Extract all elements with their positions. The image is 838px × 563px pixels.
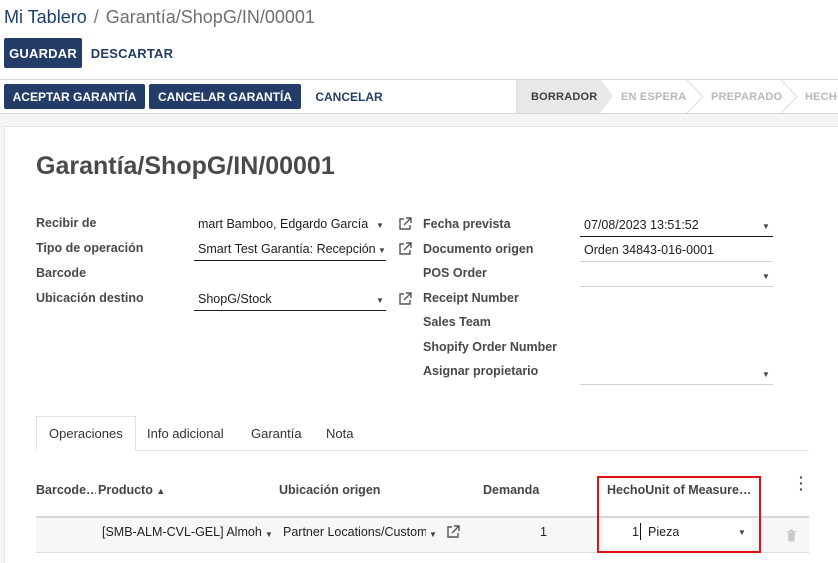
stage-ready[interactable]: PREPARADO (691, 80, 785, 113)
tab-warranty[interactable]: Garantía (239, 416, 314, 451)
stage-waiting[interactable]: EN ESPERA (601, 80, 691, 113)
highlight-box (597, 476, 761, 553)
label-sales-team: Sales Team (423, 315, 491, 329)
stage-done[interactable]: HECHO (785, 80, 838, 113)
stage-arrow (601, 80, 613, 112)
status-bar: BORRADOR EN ESPERA PREPARADO HECHO (516, 80, 838, 113)
receive-from-field[interactable]: mart Bamboo, Edgardo García (194, 212, 374, 236)
breadcrumb: Mi Tablero / Garantía/ShopG/IN/00001 (4, 6, 315, 28)
cancel-warranty-button[interactable]: CANCELAR GARANTÍA (149, 84, 301, 109)
external-link-icon[interactable] (398, 242, 412, 256)
label-operation-type: Tipo de operación (36, 241, 144, 255)
assign-owner-field[interactable] (580, 361, 773, 385)
column-origin[interactable]: Ubicación origen (279, 483, 380, 497)
trash-icon[interactable] (786, 529, 797, 542)
label-pos-order: POS Order (423, 266, 487, 280)
chevron-down-icon[interactable]: ▼ (265, 530, 273, 539)
external-link-icon[interactable] (446, 525, 460, 539)
chevron-down-icon[interactable]: ▼ (376, 246, 386, 255)
stage-label: HECHO (805, 90, 838, 103)
pos-order-field[interactable] (580, 263, 773, 287)
label-destination: Ubicación destino (36, 291, 144, 305)
destination-field[interactable]: ShopG/Stock (194, 287, 386, 311)
stage-label: EN ESPERA (621, 90, 687, 103)
optional-columns-icon[interactable]: · · · (799, 470, 804, 496)
column-barcode[interactable]: Barcode… (36, 483, 96, 497)
label-assign-owner: Asignar propietario (423, 364, 539, 378)
operation-type-field[interactable]: Smart Test Garantía: Recepción (194, 237, 386, 261)
stage-draft[interactable]: BORRADOR (517, 80, 613, 113)
breadcrumb-current: Garantía/ShopG/IN/00001 (105, 7, 315, 27)
label-shopify-order: Shopify Order Number (423, 340, 558, 354)
chevron-down-icon[interactable]: ▼ (762, 370, 770, 379)
chevron-down-icon[interactable]: ▼ (429, 530, 437, 539)
scheduled-date-field[interactable]: 07/08/2023 13:51:52 (580, 213, 773, 237)
column-product[interactable]: Producto ▲ (98, 483, 165, 497)
stage-label: BORRADOR (531, 90, 598, 103)
column-demand[interactable]: Demanda (483, 483, 539, 497)
sort-up-icon: ▲ (156, 486, 166, 496)
stage-label: PREPARADO (711, 90, 783, 103)
label-scheduled-date: Fecha prevista (423, 217, 511, 231)
cancel-button[interactable]: CANCELAR (308, 84, 390, 109)
breadcrumb-separator: / (93, 7, 99, 27)
label-barcode: Barcode (36, 266, 87, 280)
chevron-down-icon[interactable]: ▼ (376, 221, 384, 230)
save-button[interactable]: GUARDAR (4, 38, 82, 68)
label-receipt-number: Receipt Number (423, 291, 519, 305)
accept-warranty-button[interactable]: ACEPTAR GARANTÍA (4, 84, 145, 109)
page-title: Garantía/ShopG/IN/00001 (36, 152, 335, 180)
chevron-down-icon[interactable]: ▼ (762, 222, 770, 231)
chevron-down-icon[interactable]: ▼ (762, 272, 770, 281)
breadcrumb-root-link[interactable]: Mi Tablero (4, 7, 87, 27)
tab-note[interactable]: Nota (314, 416, 365, 451)
row-demand: 1 (540, 525, 547, 539)
discard-button[interactable]: DESCARTAR (88, 38, 176, 68)
external-link-icon[interactable] (398, 292, 412, 306)
label-receive-from: Recibir de (36, 216, 97, 230)
chevron-down-icon[interactable]: ▼ (376, 296, 384, 305)
tab-operations[interactable]: Operaciones (36, 416, 136, 451)
source-document-field[interactable]: Orden 34843-016-0001 (580, 238, 773, 262)
external-link-icon[interactable] (398, 217, 412, 231)
label-source-document: Documento origen (423, 242, 534, 256)
row-product[interactable]: [SMB-ALM-CVL-GEL] Almohada (102, 525, 262, 539)
row-origin[interactable]: Partner Locations/Customers (283, 525, 426, 539)
column-product-label: Producto (98, 483, 153, 497)
tab-additional-info[interactable]: Info adicional (135, 416, 236, 451)
